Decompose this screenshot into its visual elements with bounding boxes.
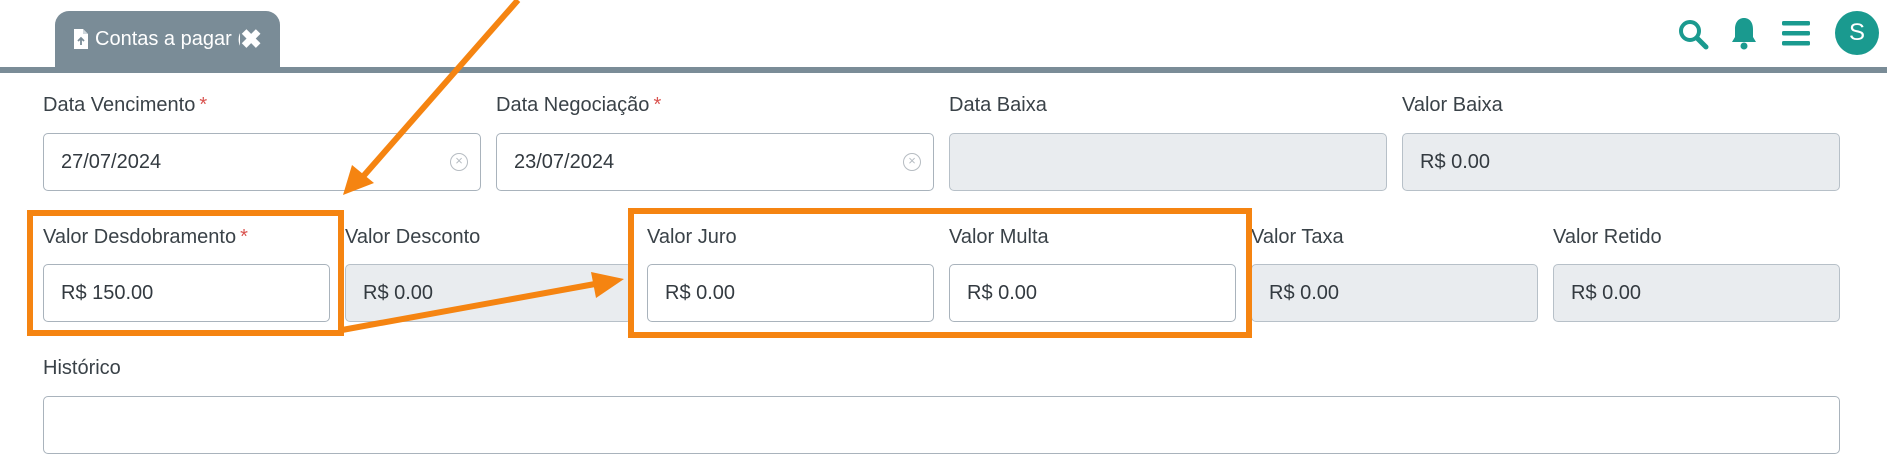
valor-juro-input[interactable]: R$ 0.00: [647, 264, 934, 322]
valor-desdobramento-input[interactable]: R$ 150.00: [43, 264, 330, 322]
data-vencimento-label: Data Vencimento *: [43, 94, 208, 116]
data-baixa-label: Data Baixa: [949, 94, 1047, 116]
valor-desconto-input: R$ 0.00: [345, 264, 632, 322]
tab-underline: [0, 67, 1887, 73]
tab-contas-a-pagar[interactable]: Contas a pagar ( ✖: [55, 11, 280, 67]
valor-desconto-label: Valor Desconto: [345, 226, 481, 248]
data-vencimento-input[interactable]: 27/07/2024 ×: [43, 133, 481, 191]
valor-desdobramento-label: Valor Desdobramento *: [43, 226, 248, 248]
valor-baixa-label: Valor Baixa: [1402, 94, 1503, 116]
historico-input[interactable]: [43, 396, 1840, 454]
valor-retido-label: Valor Retido: [1553, 226, 1662, 248]
file-upload-icon: [73, 28, 89, 50]
data-baixa-input: [949, 133, 1387, 191]
menu-icon[interactable]: [1781, 19, 1811, 52]
valor-taxa-label: Valor Taxa: [1251, 226, 1344, 248]
valor-retido-input: R$ 0.00: [1553, 264, 1840, 322]
valor-baixa-input: R$ 0.00: [1402, 133, 1840, 191]
tab-label: Contas a pagar (: [95, 27, 241, 50]
bell-icon[interactable]: [1730, 16, 1758, 55]
close-tab-icon[interactable]: ✖: [240, 26, 262, 52]
valor-taxa-input: R$ 0.00: [1251, 264, 1538, 322]
valor-juro-label: Valor Juro: [647, 226, 737, 248]
valor-multa-input[interactable]: R$ 0.00: [949, 264, 1236, 322]
clear-date-icon[interactable]: ×: [903, 153, 921, 171]
data-negociacao-label: Data Negociação *: [496, 94, 662, 116]
user-avatar[interactable]: S: [1835, 11, 1879, 55]
data-negociacao-input[interactable]: 23/07/2024 ×: [496, 133, 934, 191]
historico-label: Histórico: [43, 357, 121, 379]
search-icon[interactable]: [1677, 18, 1709, 55]
clear-date-icon[interactable]: ×: [450, 153, 468, 171]
valor-multa-label: Valor Multa: [949, 226, 1049, 248]
